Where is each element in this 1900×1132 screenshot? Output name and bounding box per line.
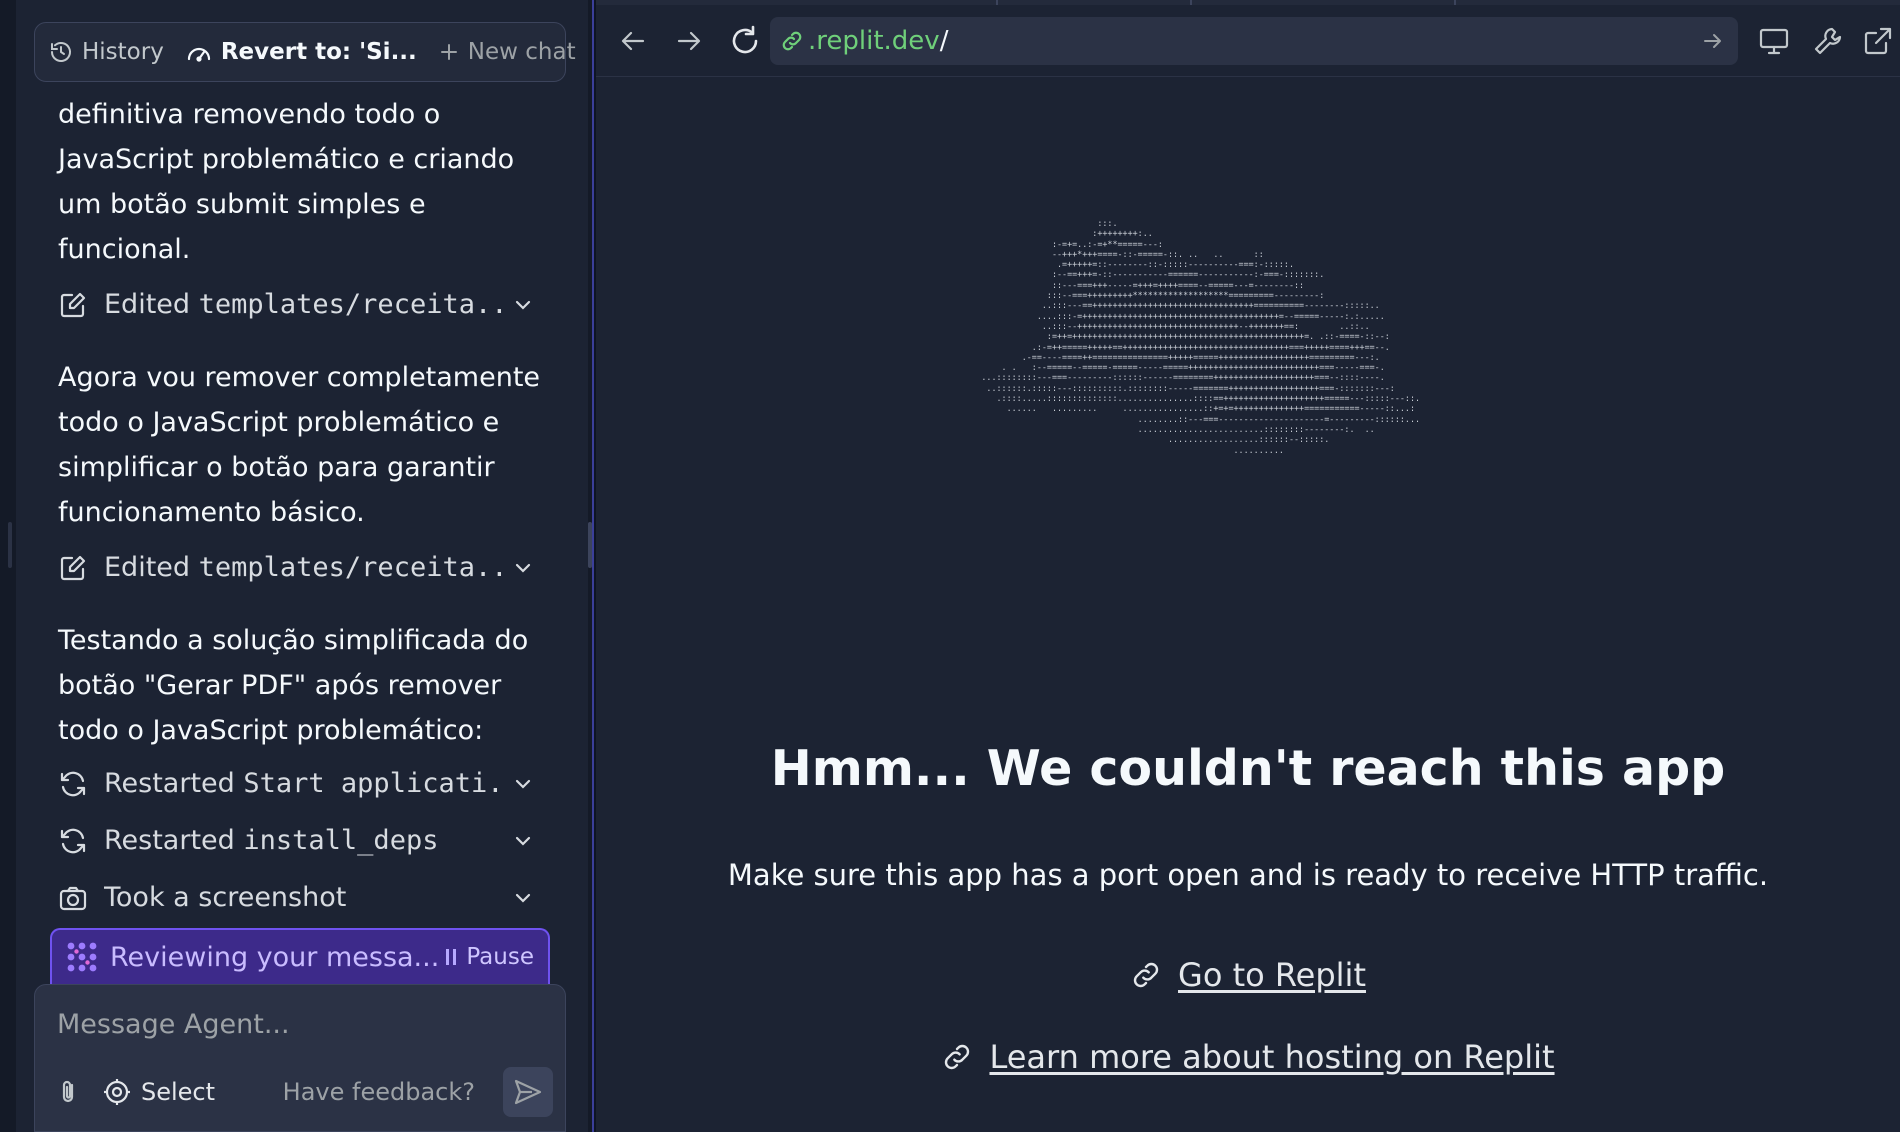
url-bar[interactable]: .replit.dev /	[770, 17, 1738, 65]
action-screenshot[interactable]: Took a screenshot	[58, 869, 548, 926]
pause-label: Pause	[466, 944, 534, 970]
link-icon	[1133, 962, 1159, 988]
arrow-left-icon[interactable]	[616, 24, 650, 58]
left-edge	[0, 0, 16, 1132]
panel-divider[interactable]	[588, 0, 594, 1132]
action-edited-file-1[interactable]: Edited templates/receita....	[58, 276, 548, 333]
arrow-right-icon[interactable]	[1702, 30, 1724, 52]
gauge-icon	[187, 47, 210, 62]
agent-status-bar: Reviewing your messa... Pause	[50, 928, 550, 984]
hosting-docs-row: Learn more about hosting on Replit	[596, 1038, 1900, 1081]
message-composer: Message Agent... Select Have feedback?	[34, 984, 566, 1132]
webview-panel: .replit.dev / :::. :++++++++:.. :-=+=..:-…	[596, 0, 1900, 1132]
chevron-down-icon[interactable]	[512, 887, 534, 909]
divider-accent	[592, 0, 594, 1132]
target-icon	[104, 1079, 130, 1105]
agent-dots-icon	[67, 942, 97, 972]
action-prefix: Restarted	[104, 825, 244, 856]
browser-toolbar: .replit.dev /	[596, 5, 1900, 77]
url-path: /	[939, 26, 949, 56]
message-input[interactable]: Message Agent...	[57, 1009, 290, 1040]
new-chat-button[interactable]: New chat	[439, 39, 576, 65]
error-description: Make sure this app has a port open and i…	[727, 858, 1769, 892]
action-file: templates/receita....	[198, 552, 504, 583]
action-restarted-install[interactable]: Restarted install_deps	[58, 812, 548, 869]
feedback-link[interactable]: Have feedback?	[283, 1078, 475, 1106]
arrow-right-icon[interactable]	[672, 24, 706, 58]
select-label: Select	[141, 1078, 216, 1106]
pause-button[interactable]: Pause	[446, 944, 534, 970]
send-button[interactable]	[503, 1067, 553, 1117]
history-button[interactable]: History	[49, 39, 164, 65]
action-file: templates/receita....	[198, 289, 504, 320]
external-link-icon[interactable]	[1862, 25, 1894, 57]
action-label: Took a screenshot	[104, 882, 347, 913]
agent-message: Agora vou remover completamente todo o J…	[58, 362, 541, 528]
edit-file-icon	[60, 292, 86, 317]
go-to-replit-row: Go to Replit	[596, 956, 1900, 999]
refresh-icon	[60, 771, 86, 796]
action-prefix: Restarted	[104, 768, 244, 799]
action-prefix: Edited	[104, 552, 199, 583]
chevron-down-icon[interactable]	[512, 773, 534, 795]
left-resize-handle[interactable]	[8, 522, 12, 568]
go-to-replit-link[interactable]: Go to Replit	[1178, 956, 1366, 994]
agent-topbar: History Revert to: 'Si... New chat	[34, 22, 576, 82]
plus-icon	[440, 44, 457, 60]
agent-message: Testando a solução simplificada do botão…	[58, 625, 529, 746]
reload-icon[interactable]	[728, 24, 762, 58]
action-edited-file-2[interactable]: Edited templates/receita....	[58, 539, 548, 596]
agent-message: definitiva removendo todo o JavaScript p…	[58, 99, 515, 265]
chevron-down-icon[interactable]	[512, 294, 534, 316]
revert-label: Revert to: 'Si...	[220, 39, 417, 65]
new-chat-label: New chat	[467, 39, 576, 65]
camera-icon	[59, 886, 87, 910]
refresh-icon	[60, 828, 86, 853]
send-icon	[514, 1079, 542, 1105]
url-domain: .replit.dev	[808, 26, 940, 56]
revert-button[interactable]: Revert to: 'Si...	[186, 39, 417, 65]
wrench-icon[interactable]	[1812, 25, 1844, 57]
error-title: Hmm... We couldn't reach this app	[770, 740, 1726, 797]
divider-handle[interactable]	[588, 522, 592, 568]
action-workflow: install_deps	[243, 825, 439, 856]
monitor-icon[interactable]	[1758, 25, 1790, 57]
action-workflow: Start applicati...	[243, 768, 504, 799]
link-icon	[782, 31, 802, 51]
paperclip-icon[interactable]	[55, 1078, 83, 1106]
action-prefix: Edited	[104, 289, 199, 320]
chevron-down-icon[interactable]	[512, 830, 534, 852]
agent-panel: History Revert to: 'Si... New chat defin…	[0, 0, 588, 1132]
link-icon	[945, 1044, 970, 1070]
select-element-button[interactable]: Select	[103, 1078, 215, 1106]
ascii-cloud-illustration: :::. :++++++++:.. :-=+=..:-=+**=====---:…	[981, 218, 1421, 455]
action-restarted-start[interactable]: Restarted Start applicati...	[58, 755, 548, 812]
hosting-docs-link[interactable]: Learn more about hosting on Replit	[989, 1038, 1554, 1076]
agent-status-text: Reviewing your messa...	[110, 941, 440, 973]
pause-icon	[446, 949, 457, 965]
chevron-down-icon[interactable]	[512, 557, 534, 579]
history-icon	[51, 42, 71, 62]
history-label: History	[82, 39, 164, 65]
edit-file-icon	[60, 555, 86, 580]
agent-chat-log: definitiva removendo todo o JavaScript p…	[58, 92, 548, 926]
